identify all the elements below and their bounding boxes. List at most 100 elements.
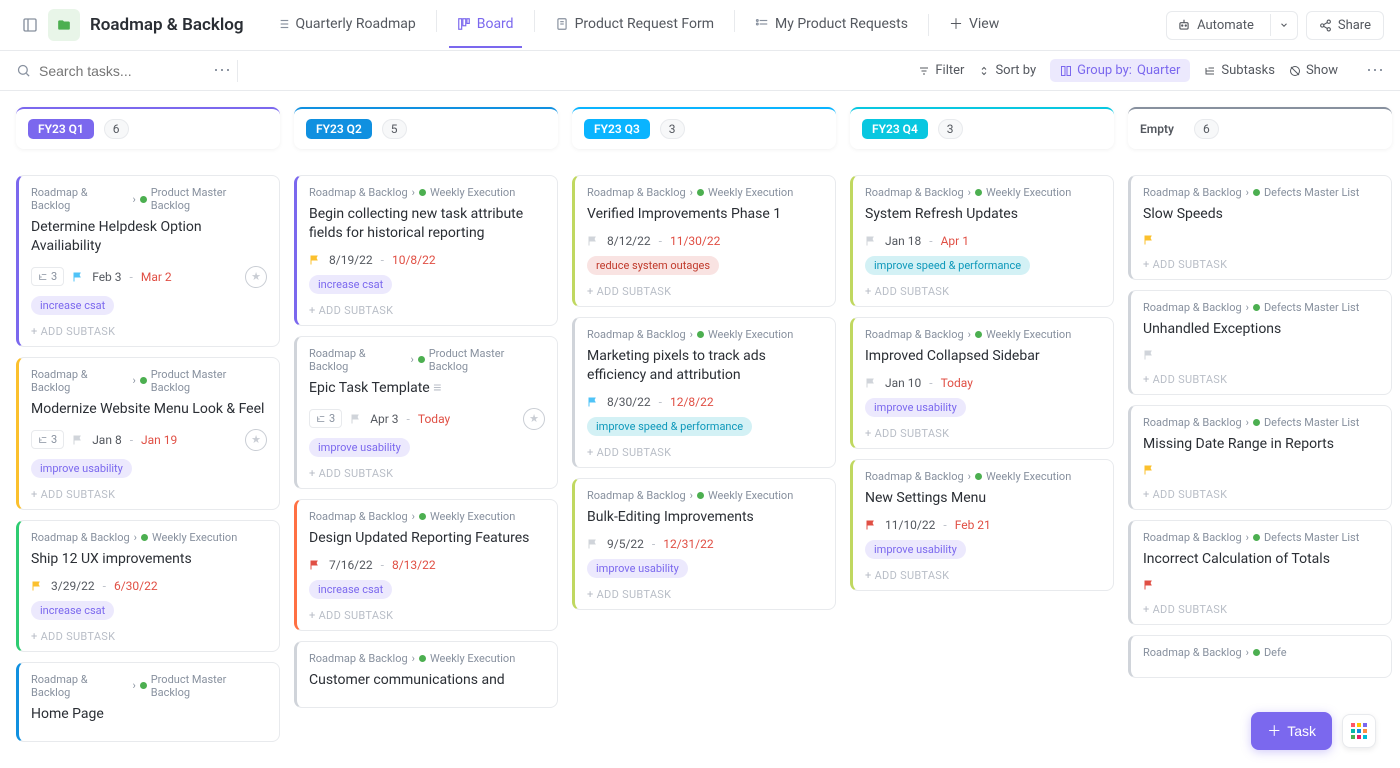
add-subtask-button[interactable]: + ADD SUBTASK [865, 423, 1101, 440]
subtasks-button[interactable]: Subtasks [1204, 63, 1275, 78]
add-subtask-button[interactable]: + ADD SUBTASK [309, 605, 545, 622]
add-subtask-button[interactable]: + ADD SUBTASK [1143, 369, 1379, 386]
subtask-count[interactable]: 3 [31, 267, 64, 286]
priority-flag-icon[interactable] [865, 377, 877, 389]
tag[interactable]: reduce system outages [587, 256, 719, 275]
priority-flag-icon[interactable] [1143, 234, 1155, 246]
task-card[interactable]: Roadmap & Backlog › Defects Master ListM… [1128, 405, 1392, 510]
task-card[interactable]: Roadmap & Backlog › Weekly ExecutionDesi… [294, 499, 558, 631]
task-card[interactable]: Roadmap & Backlog › Weekly ExecutionBegi… [294, 175, 558, 326]
automate-button[interactable]: Automate [1166, 11, 1298, 40]
task-card[interactable]: Roadmap & Backlog › Weekly ExecutionNew … [850, 459, 1114, 591]
subtask-count[interactable]: 3 [309, 409, 342, 428]
tab-my-product-requests[interactable]: My Product Requests [745, 10, 918, 40]
tag[interactable]: improve usability [587, 559, 688, 578]
due-date: 12/8/22 [670, 395, 714, 409]
share-button[interactable]: Share [1306, 11, 1384, 40]
priority-flag-icon[interactable] [587, 235, 599, 247]
priority-flag-icon[interactable] [1143, 464, 1155, 476]
column-count: 3 [660, 119, 685, 139]
task-card[interactable]: Roadmap & Backlog › Defects Master ListS… [1128, 175, 1392, 280]
task-card[interactable]: Roadmap & Backlog › Defe [1128, 635, 1392, 678]
add-subtask-button[interactable]: + ADD SUBTASK [865, 565, 1101, 582]
new-task-button[interactable]: ＋ Task [1251, 712, 1332, 750]
filter-button[interactable]: Filter [918, 63, 964, 78]
tag[interactable]: increase csat [31, 601, 114, 620]
tag[interactable]: increase csat [31, 296, 114, 315]
board-icon [457, 17, 471, 31]
add-subtask-button[interactable]: + ADD SUBTASK [587, 584, 823, 601]
add-subtask-button[interactable]: + ADD SUBTASK [309, 300, 545, 317]
column-header[interactable]: FY23 Q25 [294, 107, 558, 149]
task-card[interactable]: Roadmap & Backlog › Weekly ExecutionBulk… [572, 478, 836, 610]
tab-board[interactable]: Board [447, 10, 524, 40]
column-header[interactable]: FY23 Q43 [850, 107, 1114, 149]
toolbar-more-icon[interactable]: ⋯ [1366, 60, 1384, 81]
tag[interactable]: increase csat [309, 275, 392, 294]
subtask-count[interactable]: 3 [31, 430, 64, 449]
add-subtask-button[interactable]: + ADD SUBTASK [309, 463, 545, 480]
task-card[interactable]: Roadmap & Backlog › Weekly ExecutionCust… [294, 641, 558, 709]
tag[interactable]: improve usability [309, 438, 410, 457]
star-icon[interactable]: ★ [523, 408, 545, 430]
breadcrumb: Roadmap & Backlog › Weekly Execution [587, 489, 823, 502]
add-subtask-button[interactable]: + ADD SUBTASK [1143, 484, 1379, 501]
add-subtask-button[interactable]: + ADD SUBTASK [587, 442, 823, 459]
task-card[interactable]: Roadmap & Backlog › Product Master Backl… [294, 336, 558, 489]
tag[interactable]: improve usability [31, 459, 132, 478]
search-input[interactable] [39, 63, 199, 79]
priority-flag-icon[interactable] [309, 254, 321, 266]
column-count: 5 [382, 119, 407, 139]
column-header[interactable]: FY23 Q16 [16, 107, 280, 149]
add-subtask-button[interactable]: + ADD SUBTASK [31, 484, 267, 501]
priority-flag-icon[interactable] [1143, 579, 1155, 591]
chevron-down-icon[interactable] [1270, 14, 1297, 36]
priority-flag-icon[interactable] [72, 434, 84, 446]
tag[interactable]: improve usability [865, 398, 966, 417]
add-subtask-button[interactable]: + ADD SUBTASK [31, 626, 267, 643]
tag[interactable]: improve speed & performance [865, 256, 1030, 275]
task-card[interactable]: Roadmap & Backlog › Product Master Backl… [16, 175, 280, 347]
task-card[interactable]: Roadmap & Backlog › Weekly ExecutionShip… [16, 520, 280, 652]
add-subtask-button[interactable]: + ADD SUBTASK [31, 321, 267, 338]
priority-flag-icon[interactable] [587, 538, 599, 550]
app-grid-icon[interactable] [1342, 714, 1376, 748]
add-view-button[interactable]: ＋ View [939, 8, 1009, 42]
star-icon[interactable]: ★ [245, 266, 267, 288]
priority-flag-icon[interactable] [587, 396, 599, 408]
priority-flag-icon[interactable] [350, 413, 362, 425]
task-card[interactable]: Roadmap & Backlog › Product Master Backl… [16, 662, 280, 743]
add-subtask-button[interactable]: + ADD SUBTASK [1143, 254, 1379, 271]
priority-flag-icon[interactable] [31, 580, 43, 592]
tab-product-request-form[interactable]: Product Request Form [545, 10, 724, 40]
task-card[interactable]: Roadmap & Backlog › Weekly ExecutionMark… [572, 317, 836, 468]
sort-button[interactable]: Sort by [978, 63, 1036, 78]
task-card[interactable]: Roadmap & Backlog › Product Master Backl… [16, 357, 280, 510]
task-card[interactable]: Roadmap & Backlog › Defects Master ListI… [1128, 520, 1392, 625]
add-subtask-button[interactable]: + ADD SUBTASK [587, 281, 823, 298]
tab-quarterly-roadmap[interactable]: Quarterly Roadmap [266, 10, 426, 40]
task-card[interactable]: Roadmap & Backlog › Weekly ExecutionImpr… [850, 317, 1114, 449]
search-icon[interactable] [16, 63, 31, 78]
priority-flag-icon[interactable] [72, 271, 84, 283]
tag[interactable]: improve usability [865, 540, 966, 559]
task-card[interactable]: Roadmap & Backlog › Weekly ExecutionVeri… [572, 175, 836, 307]
breadcrumb: Roadmap & Backlog › Weekly Execution [309, 652, 545, 665]
sidebar-toggle-icon[interactable] [16, 11, 44, 39]
priority-flag-icon[interactable] [1143, 349, 1155, 361]
more-icon[interactable]: ⋯ [213, 60, 231, 81]
add-subtask-button[interactable]: + ADD SUBTASK [865, 281, 1101, 298]
priority-flag-icon[interactable] [309, 559, 321, 571]
tag[interactable]: increase csat [309, 580, 392, 599]
star-icon[interactable]: ★ [245, 429, 267, 451]
priority-flag-icon[interactable] [865, 519, 877, 531]
column-header[interactable]: Empty6 [1128, 107, 1392, 149]
priority-flag-icon[interactable] [865, 235, 877, 247]
task-card[interactable]: Roadmap & Backlog › Weekly ExecutionSyst… [850, 175, 1114, 307]
task-card[interactable]: Roadmap & Backlog › Defects Master ListU… [1128, 290, 1392, 395]
column-header[interactable]: FY23 Q33 [572, 107, 836, 149]
group-by-button[interactable]: Group by: Quarter [1050, 59, 1190, 82]
tag[interactable]: improve speed & performance [587, 417, 752, 436]
show-button[interactable]: Show [1289, 63, 1338, 78]
add-subtask-button[interactable]: + ADD SUBTASK [1143, 599, 1379, 616]
